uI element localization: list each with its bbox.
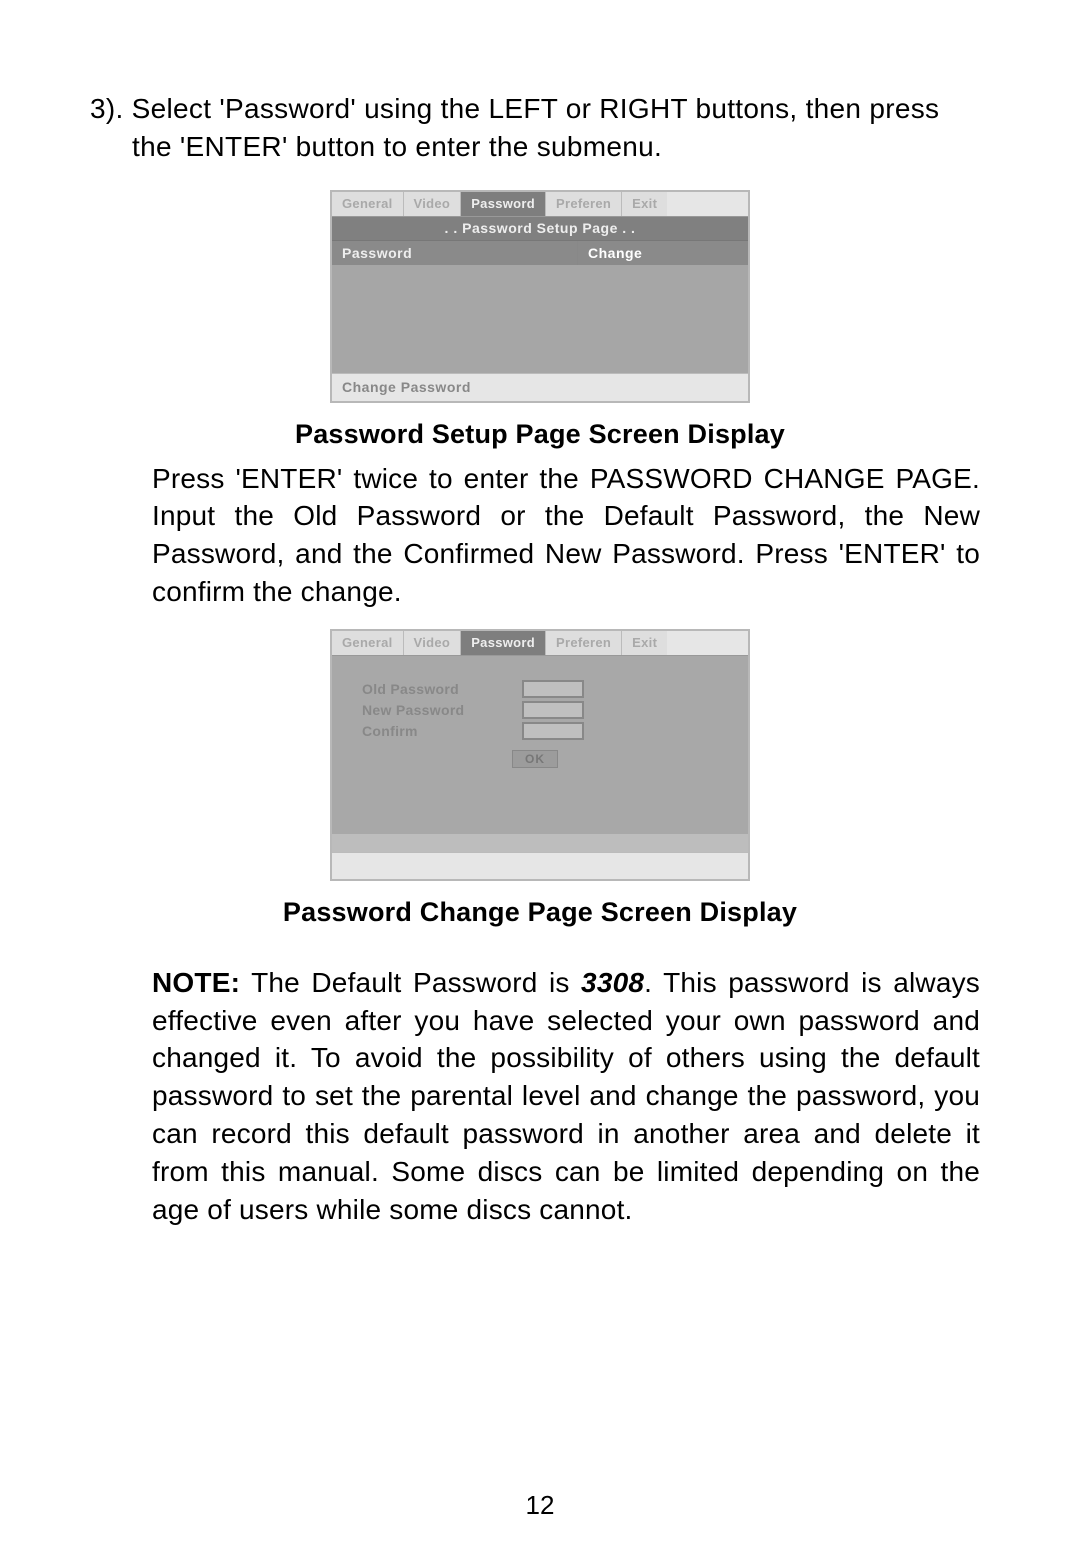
tab-exit[interactable]: Exit bbox=[622, 192, 667, 216]
old-password-label: Old Password bbox=[362, 681, 512, 697]
note-paragraph: NOTE: The Default Password is 3308. This… bbox=[90, 964, 990, 1229]
step-3-line2: the 'ENTER' button to enter the submenu. bbox=[90, 128, 990, 166]
step-3-text: 3). Select 'Password' using the LEFT or … bbox=[90, 90, 990, 166]
tab2-password[interactable]: Password bbox=[461, 631, 546, 655]
tab2-preference[interactable]: Preferen bbox=[546, 631, 622, 655]
note-pre: The Default Password is bbox=[240, 967, 581, 998]
password-setup-screenshot: General Video Password Preferen Exit . .… bbox=[330, 190, 750, 403]
note-label: NOTE: bbox=[152, 967, 240, 998]
tab-video[interactable]: Video bbox=[404, 192, 462, 216]
step-3-line1: 3). Select 'Password' using the LEFT or … bbox=[90, 93, 939, 124]
change-tabs: General Video Password Preferen Exit bbox=[332, 631, 748, 656]
new-password-input[interactable] bbox=[522, 701, 584, 719]
new-password-row: New Password bbox=[362, 701, 718, 719]
confirm-password-row: Confirm bbox=[362, 722, 718, 740]
ok-button[interactable]: OK bbox=[512, 750, 558, 768]
change-status-bar bbox=[332, 852, 748, 879]
confirm-password-input[interactable] bbox=[522, 722, 584, 740]
tab-general[interactable]: General bbox=[332, 192, 404, 216]
tab2-exit[interactable]: Exit bbox=[622, 631, 667, 655]
old-password-input[interactable] bbox=[522, 680, 584, 698]
password-row-label: Password bbox=[332, 241, 578, 265]
page-number: 12 bbox=[0, 1490, 1080, 1521]
old-password-row: Old Password bbox=[362, 680, 718, 698]
tab2-general[interactable]: General bbox=[332, 631, 404, 655]
setup-blank-area bbox=[332, 265, 748, 373]
caption-setup: Password Setup Page Screen Display bbox=[90, 419, 990, 450]
ok-row: OK bbox=[362, 750, 718, 768]
setup-subtitle: . . Password Setup Page . . bbox=[332, 217, 748, 241]
setup-status-bar: Change Password bbox=[332, 373, 748, 401]
confirm-password-label: Confirm bbox=[362, 723, 512, 739]
tab-password[interactable]: Password bbox=[461, 192, 546, 216]
change-spacer bbox=[332, 834, 748, 852]
setup-tabs: General Video Password Preferen Exit bbox=[332, 192, 748, 217]
note-post: . This password is always effective even… bbox=[152, 967, 980, 1225]
password-row[interactable]: Password Change bbox=[332, 241, 748, 265]
caption-change: Password Change Page Screen Display bbox=[90, 897, 990, 928]
note-password-code: 3308 bbox=[581, 967, 644, 998]
para-change-instructions: Press 'ENTER' twice to enter the PASSWOR… bbox=[90, 460, 990, 611]
new-password-label: New Password bbox=[362, 702, 512, 718]
tab2-video[interactable]: Video bbox=[404, 631, 462, 655]
tab-preference[interactable]: Preferen bbox=[546, 192, 622, 216]
manual-page: 3). Select 'Password' using the LEFT or … bbox=[0, 0, 1080, 1563]
setup-body: Password Change bbox=[332, 241, 748, 373]
password-change-screenshot: General Video Password Preferen Exit Old… bbox=[330, 629, 750, 881]
password-row-value: Change bbox=[578, 241, 748, 265]
change-form: Old Password New Password Confirm OK bbox=[332, 656, 748, 834]
